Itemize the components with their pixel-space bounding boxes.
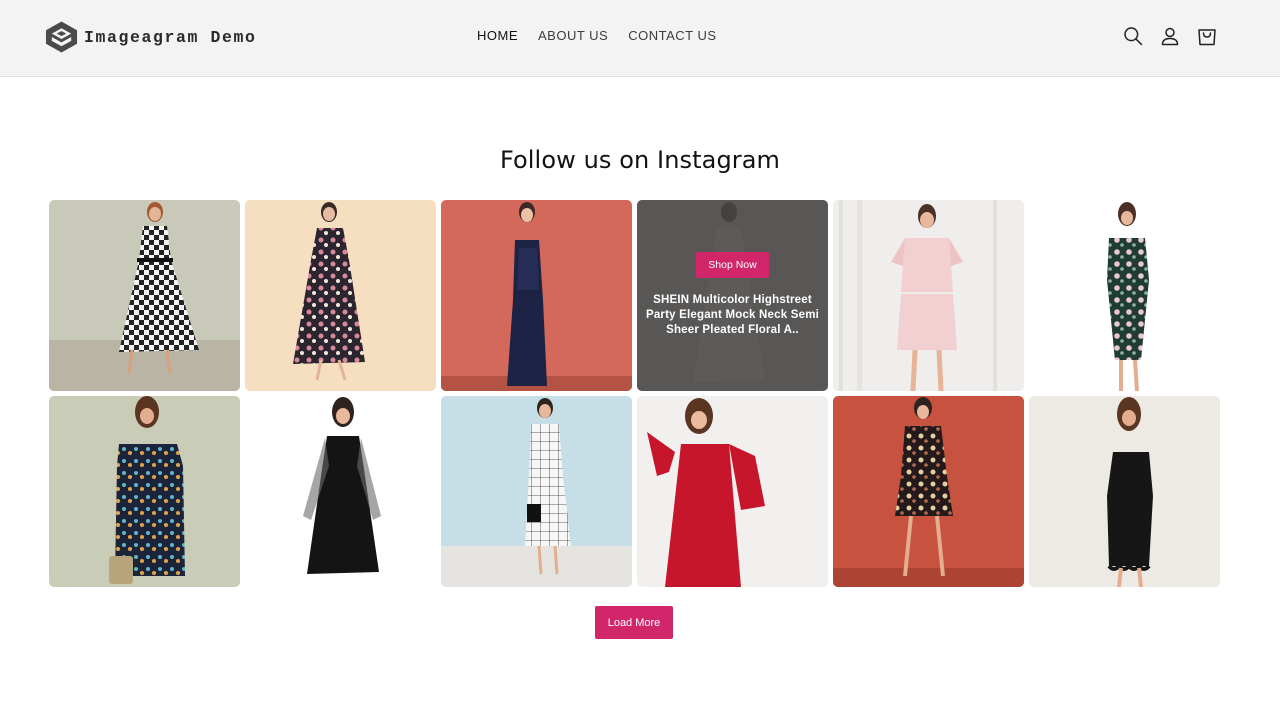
nav-home[interactable]: HOME [467, 24, 528, 47]
black-mesh-sleeve-dress-photo [245, 396, 436, 587]
instagram-post[interactable] [49, 200, 240, 391]
instagram-post-hovered[interactable]: Shop Now SHEIN Multicolor Highstreet Par… [637, 200, 828, 391]
nav-about-us-label: ABOUT US [538, 28, 609, 43]
instagram-post[interactable] [49, 396, 240, 587]
cart-icon [1197, 29, 1216, 46]
floral-cold-shoulder-dress-photo [245, 200, 436, 391]
site-header: Imageagram Demo HOME ABOUT US CONTACT US [0, 0, 1280, 77]
black-scallop-dress-photo [1029, 396, 1220, 587]
instagram-post[interactable] [1029, 396, 1220, 587]
instagram-post[interactable] [245, 200, 436, 391]
shop-now-button[interactable]: Shop Now [696, 252, 769, 278]
account-button[interactable] [1157, 18, 1182, 54]
instagram-post[interactable] [441, 396, 632, 587]
instagram-post[interactable] [833, 200, 1024, 391]
main-nav: HOME ABOUT US CONTACT US [467, 24, 727, 47]
floral-bodycon-dress-photo [1029, 200, 1220, 391]
post-hover-overlay: Shop Now SHEIN Multicolor Highstreet Par… [637, 200, 828, 391]
instagram-post[interactable] [1029, 200, 1220, 391]
grid-print-dress-photo [441, 396, 632, 587]
instagram-post[interactable] [833, 396, 1024, 587]
header-icons [1120, 18, 1219, 54]
nav-home-label: HOME [477, 28, 518, 43]
off-shoulder-floral-dress-photo [49, 396, 240, 587]
instagram-feed-grid: Shop Now SHEIN Multicolor Highstreet Par… [49, 200, 1221, 587]
pink-lace-dress-photo [833, 200, 1024, 391]
gingham-dress-photo [49, 200, 240, 391]
logo-text: Imageagram Demo [84, 27, 257, 47]
search-button[interactable] [1120, 18, 1145, 54]
product-title: SHEIN Multicolor Highstreet Party Elegan… [645, 294, 820, 336]
floral-wrap-dress-photo [833, 396, 1024, 587]
red-ruffle-sleeve-dress-photo [637, 396, 828, 587]
nav-contact-us[interactable]: CONTACT US [618, 24, 726, 47]
instagram-post[interactable] [441, 200, 632, 391]
account-icon [1161, 27, 1178, 46]
sequin-gown-photo [441, 200, 632, 391]
logo-link[interactable]: Imageagram Demo [45, 20, 257, 54]
nav-contact-us-label: CONTACT US [628, 28, 717, 43]
logo-icon [45, 21, 78, 53]
search-icon [1123, 27, 1142, 46]
load-more-button[interactable]: Load More [595, 606, 673, 639]
cart-button[interactable] [1194, 18, 1219, 54]
instagram-post[interactable] [637, 396, 828, 587]
section-title: Follow us on Instagram [499, 146, 781, 174]
instagram-post[interactable] [245, 396, 436, 587]
nav-about-us[interactable]: ABOUT US [528, 24, 618, 47]
